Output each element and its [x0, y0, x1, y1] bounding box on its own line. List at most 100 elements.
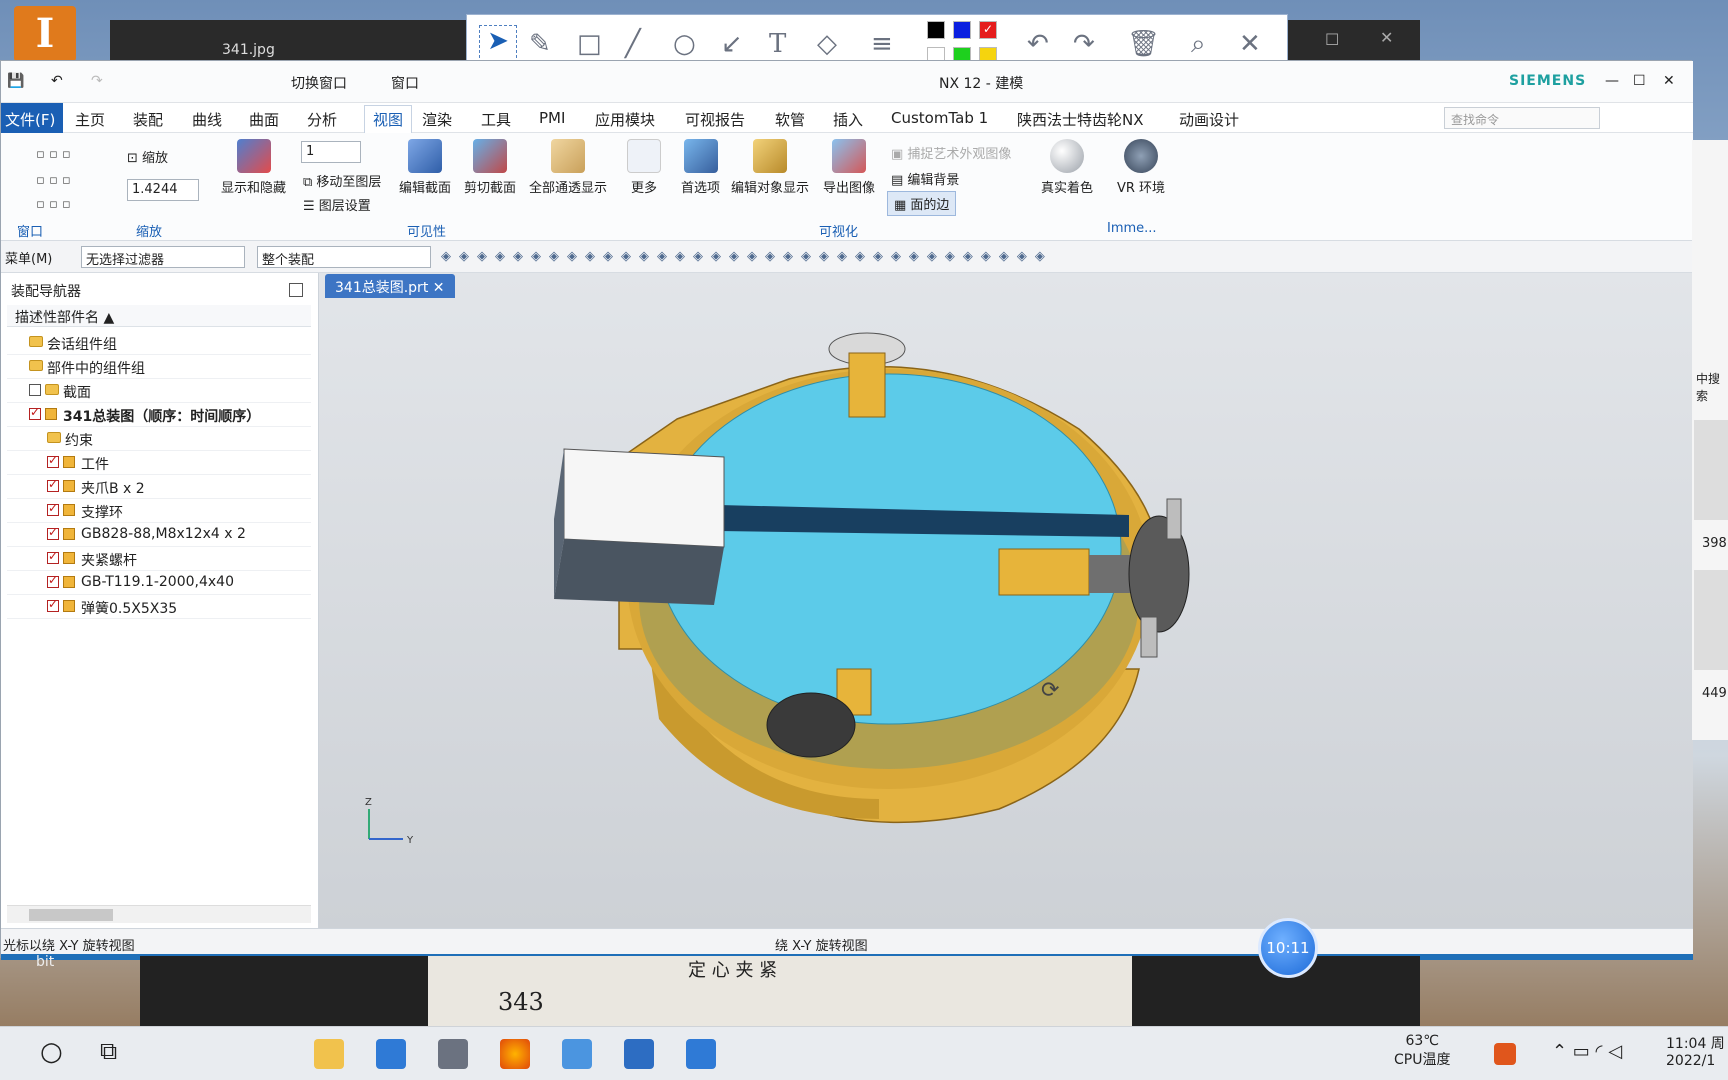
- menu-tab[interactable]: 应用模块: [595, 109, 655, 130]
- text-icon[interactable]: T: [769, 29, 786, 59]
- menu-button[interactable]: 菜单(M): [1, 246, 56, 268]
- menu-tab[interactable]: 陕西法士特齿轮NX: [1017, 109, 1144, 130]
- close-window-icon[interactable]: ✕: [1663, 73, 1675, 89]
- tree-row[interactable]: 夹爪B x 2: [7, 475, 311, 499]
- layout-grid-icon[interactable]: ▫ ▫ ▫: [36, 197, 71, 212]
- layout-grid-icon[interactable]: ▫ ▫ ▫: [36, 147, 71, 162]
- side-thumbnail[interactable]: [1694, 420, 1728, 520]
- desktop-app-icon[interactable]: I: [14, 6, 76, 62]
- menu-tab[interactable]: 软管: [775, 109, 805, 130]
- tree-row[interactable]: GB-T119.1-2000,4x40: [7, 571, 311, 595]
- close-annot-icon[interactable]: ✕: [1239, 29, 1261, 59]
- visibility-checkbox[interactable]: [47, 453, 59, 468]
- color-black[interactable]: [927, 21, 945, 39]
- tree-row[interactable]: 夹紧螺杆: [7, 547, 311, 571]
- zoom-scale-input[interactable]: 1.4244: [127, 179, 199, 201]
- layer-select[interactable]: 1: [301, 141, 361, 163]
- save-icon[interactable]: 💾: [7, 73, 24, 89]
- line-icon[interactable]: ╱: [625, 29, 641, 59]
- tree-row[interactable]: 341总装图（顺序：时间顺序）: [7, 403, 311, 427]
- window-menu-button[interactable]: 窗口: [391, 73, 419, 93]
- layout-grid-icon[interactable]: ▫ ▫ ▫: [36, 173, 71, 188]
- minimize-icon[interactable]: —: [1605, 73, 1619, 89]
- eraser-icon[interactable]: ◇: [817, 29, 837, 59]
- nx-app-icon[interactable]: [624, 1039, 654, 1069]
- vr-environment-button[interactable]: VR 环境: [1117, 139, 1165, 196]
- export-image-button[interactable]: 导出图像: [823, 139, 875, 196]
- menu-tab[interactable]: 视图: [364, 105, 413, 136]
- graphics-viewport[interactable]: 341总装图.prt ✕ ⟳ Z Y: [319, 273, 1693, 928]
- line-width-icon[interactable]: ≡: [871, 29, 893, 59]
- part-tab[interactable]: 341总装图.prt ✕: [325, 274, 455, 298]
- horizontal-scrollbar[interactable]: [7, 905, 311, 923]
- capture-art-button[interactable]: ▣ 捕捉艺术外观图像: [891, 143, 1011, 162]
- restore-icon[interactable]: ☐: [1633, 73, 1646, 89]
- tree-row[interactable]: 部件中的组件组: [7, 355, 311, 379]
- menu-tab[interactable]: 装配: [133, 109, 163, 130]
- file-menu[interactable]: 文件(F): [1, 103, 64, 133]
- menu-tab[interactable]: 分析: [307, 109, 337, 130]
- calculator-icon[interactable]: [438, 1039, 468, 1069]
- maximize-pane-icon[interactable]: [289, 283, 303, 297]
- move-to-layer-button[interactable]: ⧉ 移动至图层: [303, 171, 381, 190]
- firefox-icon[interactable]: [500, 1039, 530, 1069]
- scope-select[interactable]: 整个装配: [257, 246, 431, 268]
- menu-tab[interactable]: 曲面: [249, 109, 279, 130]
- undo-icon[interactable]: ↶: [1027, 29, 1049, 59]
- redo-icon[interactable]: ↷: [1073, 29, 1095, 59]
- layer-settings-button[interactable]: ☰ 图层设置: [303, 195, 371, 214]
- switch-window-button[interactable]: 切换窗口: [291, 73, 347, 93]
- tray-icons[interactable]: ⌃ ▭ ◜ ◁: [1552, 1041, 1622, 1062]
- photos-icon[interactable]: [686, 1039, 716, 1069]
- mail-icon[interactable]: [376, 1039, 406, 1069]
- clip-section-button[interactable]: 剪切截面: [464, 139, 516, 196]
- menu-tab[interactable]: 动画设计: [1179, 109, 1239, 130]
- close-icon[interactable]: ✕: [1380, 28, 1393, 47]
- maximize-icon[interactable]: ☐: [1325, 30, 1339, 49]
- column-header[interactable]: 描述性部件名 ▲: [7, 305, 311, 327]
- color-red[interactable]: ✓: [979, 21, 997, 39]
- tree-row[interactable]: 截面: [7, 379, 311, 403]
- visibility-checkbox[interactable]: [47, 549, 59, 564]
- edit-section-button[interactable]: 编辑截面: [399, 139, 451, 196]
- visibility-checkbox[interactable]: [47, 573, 59, 588]
- menu-tab[interactable]: 曲线: [192, 109, 222, 130]
- tree-row[interactable]: GB828-88,M8x12x4 x 2: [7, 523, 311, 547]
- selection-filter-select[interactable]: 无选择过滤器: [81, 246, 245, 268]
- search-circle-icon[interactable]: ○: [40, 1037, 63, 1067]
- ime-icon[interactable]: [1494, 1043, 1516, 1065]
- scrollbar-thumb[interactable]: [29, 909, 113, 921]
- tree-row[interactable]: 约束: [7, 427, 311, 451]
- snap-tools-strip[interactable]: ◈◈◈◈◈◈◈◈◈◈◈◈◈◈◈◈◈◈◈◈◈◈◈◈◈◈◈◈◈◈◈◈◈◈: [441, 249, 1341, 265]
- file-explorer-icon[interactable]: [314, 1039, 344, 1069]
- visibility-checkbox[interactable]: [47, 597, 59, 612]
- zoom-icon[interactable]: ⌕: [1191, 29, 1206, 60]
- redo-icon[interactable]: ↷: [91, 73, 103, 89]
- all-transparent-button[interactable]: 全部通透显示: [529, 139, 607, 196]
- edit-object-display-button[interactable]: 编辑对象显示: [731, 139, 809, 196]
- visibility-checkbox[interactable]: [47, 525, 59, 540]
- face-edges-toggle[interactable]: ▦ 面的边: [887, 191, 957, 216]
- remote-desktop-icon[interactable]: [562, 1039, 592, 1069]
- side-thumbnail[interactable]: [1694, 570, 1728, 670]
- menu-tab[interactable]: 主页: [75, 109, 105, 130]
- clock[interactable]: 11:04 周 2022/1: [1666, 1033, 1725, 1069]
- menu-tab[interactable]: 可视报告: [685, 109, 745, 130]
- select-arrow-icon[interactable]: ➤: [479, 25, 517, 63]
- show-hide-button[interactable]: 显示和隐藏: [221, 139, 286, 196]
- menu-tab[interactable]: 渲染: [422, 109, 452, 130]
- true-shading-button[interactable]: 真实着色: [1041, 139, 1093, 196]
- recording-timer-bubble[interactable]: 10:11: [1258, 918, 1318, 978]
- arrow-icon[interactable]: ↙: [721, 29, 743, 59]
- visibility-checkbox[interactable]: [47, 477, 59, 492]
- tree-row[interactable]: 弹簧0.5X5X35: [7, 595, 311, 619]
- more-button[interactable]: 更多: [627, 139, 661, 196]
- color-blue[interactable]: [953, 21, 971, 39]
- visibility-checkbox[interactable]: [29, 405, 41, 420]
- visibility-checkbox[interactable]: [47, 501, 59, 516]
- circle-icon[interactable]: ○: [673, 29, 696, 59]
- assembly-model[interactable]: ⟳ Z Y: [319, 299, 1693, 928]
- trash-icon[interactable]: 🗑: [1127, 29, 1160, 59]
- undo-icon[interactable]: ↶: [51, 73, 63, 89]
- menu-tab[interactable]: PMI: [539, 109, 565, 127]
